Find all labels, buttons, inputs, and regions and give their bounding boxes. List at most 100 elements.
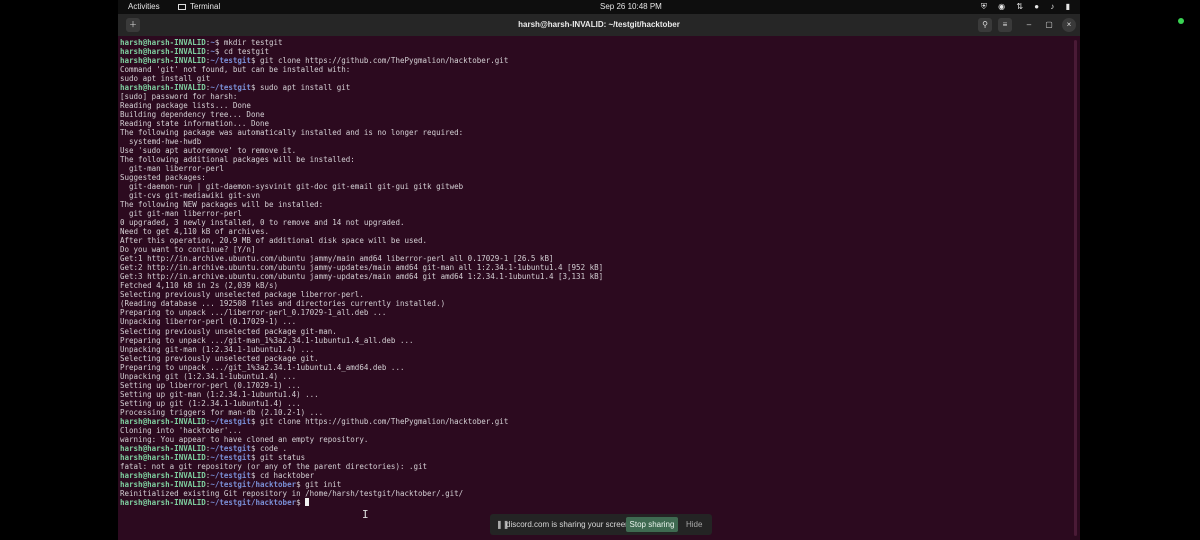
menu-icon[interactable]: ≡ — [998, 18, 1012, 32]
prompt-user: harsh@harsh-INVALID — [120, 452, 206, 462]
prompt-path: ~/testgit — [210, 56, 251, 66]
output-line: Get:2 http://in.archive.ubuntu.com/ubunt… — [120, 263, 604, 273]
volume-icon[interactable]: ♪ — [1050, 2, 1054, 12]
minimize-icon[interactable]: – — [1022, 18, 1036, 32]
shield-icon[interactable]: ⛨ — [981, 2, 987, 12]
output-line: warning: You appear to have cloned an em… — [120, 434, 369, 444]
prompt-user: harsh@harsh-INVALID — [120, 38, 206, 47]
prompt-path: ~/testgit/hacktober — [210, 479, 297, 489]
output-line: systemd-hwe-hwdb — [120, 137, 202, 147]
terminal-icon — [178, 4, 186, 10]
prompt-user: harsh@harsh-INVALID — [120, 497, 206, 507]
prompt-user: harsh@harsh-INVALID — [120, 83, 206, 93]
output-line: sudo apt install git — [120, 74, 211, 84]
command-text: git init — [305, 479, 342, 489]
output-line: Preparing to unpack .../git_1%3a2.34.1-1… — [120, 362, 405, 372]
prompt-user: harsh@harsh-INVALID — [120, 56, 206, 66]
output-line: git git-man liberror-perl — [120, 209, 242, 219]
output-line: Setting up git (1:2.34.1-1ubuntu1.4) ... — [120, 398, 301, 408]
prompt-line: harsh@harsh-INVALID:~/testgit$ git clone… — [120, 56, 1070, 65]
output-line: Building dependency tree... Done — [120, 110, 265, 120]
output-line: Cloning into 'hacktober'... — [120, 425, 242, 435]
prompt-line: harsh@harsh-INVALID:~$ cd testgit — [120, 47, 1070, 56]
prompt-line: harsh@harsh-INVALID:~/testgit/hacktober$ — [120, 497, 1070, 507]
activities-button[interactable]: Activities — [128, 2, 160, 12]
prompt-path: ~/testgit/hacktober — [210, 497, 297, 507]
command-text: git status — [259, 452, 306, 462]
output-line: Unpacking liberror-perl (0.17029-1) ... — [120, 317, 297, 327]
output-line: Selecting previously unselected package … — [120, 353, 319, 363]
output-line: [sudo] password for harsh: — [120, 92, 238, 102]
output-line: Reading package lists... Done — [120, 101, 251, 111]
output-line: After this operation, 20.9 MB of additio… — [120, 236, 428, 246]
output-line: Processing triggers for man-db (2.10.2-1… — [120, 407, 324, 417]
output-line: Do you want to continue? [Y/n] — [120, 245, 256, 255]
share-message: discord.com is sharing your screen. — [506, 520, 632, 529]
output-line: Preparing to unpack .../git-man_1%3a2.34… — [120, 335, 414, 345]
stop-sharing-button[interactable]: Stop sharing — [626, 517, 678, 532]
output-line: Reinitialized existing Git repository in… — [120, 488, 464, 498]
output-line: Suggested packages: — [120, 173, 206, 183]
command-text: code . — [259, 443, 288, 453]
prompt-dollar: $ — [250, 470, 260, 480]
prompt-user: harsh@harsh-INVALID — [120, 479, 206, 489]
app-menu[interactable]: Terminal — [178, 2, 220, 12]
desktop-screen: Activities Terminal Sep 26 10:48 PM ⛨ ◉ … — [118, 0, 1080, 540]
prompt-user: harsh@harsh-INVALID — [120, 416, 206, 426]
scrollbar[interactable] — [1074, 40, 1077, 536]
prompt-line: harsh@harsh-INVALID:~/testgit$ code . — [120, 444, 1070, 453]
output-line: Use 'sudo apt autoremove' to remove it. — [120, 146, 297, 156]
prompt-user: harsh@harsh-INVALID — [120, 470, 206, 480]
microphone-icon[interactable]: ● — [1034, 2, 1039, 12]
clock[interactable]: Sep 26 10:48 PM — [600, 2, 662, 12]
close-icon[interactable]: × — [1062, 18, 1076, 32]
system-tray[interactable]: ⛨ ◉ ⇅ ● ♪ ▮ — [972, 2, 1070, 12]
prompt-dollar: $ — [250, 56, 260, 66]
output-line: Unpacking git-man (1:2.34.1-1ubuntu1.4) … — [120, 344, 315, 354]
window-title: harsh@harsh-INVALID: ~/testgit/hacktober — [518, 20, 680, 29]
prompt-dollar: $ — [296, 479, 306, 489]
search-icon[interactable]: ⚲ — [978, 18, 992, 32]
output-line: Setting up git-man (1:2.34.1-1ubuntu1.4)… — [120, 389, 319, 399]
terminal-output[interactable]: harsh@harsh-INVALID:~$ mkdir testgit hars… — [120, 38, 1070, 508]
battery-icon[interactable]: ▮ — [1066, 2, 1070, 12]
output-line: Get:3 http://in.archive.ubuntu.com/ubunt… — [120, 272, 604, 282]
network-icon[interactable]: ⇅ — [1016, 2, 1023, 12]
prompt-line: harsh@harsh-INVALID:~/testgit$ sudo apt … — [120, 83, 1070, 92]
output-line: Reading state information... Done — [120, 119, 270, 129]
text-cursor-icon: I — [362, 508, 369, 521]
output-line: Selecting previously unselected package … — [120, 326, 337, 336]
prompt-line: harsh@harsh-INVALID:~/testgit$ cd hackto… — [120, 471, 1070, 480]
output-line: Get:1 http://in.archive.ubuntu.com/ubunt… — [120, 254, 554, 264]
output-line: git-daemon-run | git-daemon-sysvinit git… — [120, 182, 464, 192]
prompt-line: harsh@harsh-INVALID:~/testgit/hacktober$… — [120, 480, 1070, 489]
terminal-titlebar[interactable]: ＋ harsh@harsh-INVALID: ~/testgit/hacktob… — [118, 14, 1080, 36]
prompt-dollar: $ — [250, 452, 260, 462]
output-line: fatal: not a git repository (or any of t… — [120, 461, 428, 471]
prompt-dollar: $ — [250, 83, 260, 93]
hide-button[interactable]: Hide — [686, 520, 702, 529]
prompt-user: harsh@harsh-INVALID — [120, 47, 206, 57]
output-line: (Reading database ... 192508 files and d… — [120, 299, 446, 309]
output-line: git-man liberror-perl — [120, 164, 224, 174]
prompt-dollar: $ — [296, 497, 306, 507]
prompt-path: ~/testgit — [210, 443, 251, 453]
command-text: cd testgit — [223, 47, 270, 57]
screen-share-bar: ❚❚ discord.com is sharing your screen. S… — [490, 514, 712, 535]
prompt-user: harsh@harsh-INVALID — [120, 443, 206, 453]
prompt-path: ~/testgit — [210, 416, 251, 426]
prompt-dollar: $ — [250, 443, 260, 453]
prompt-path: ~/testgit — [210, 470, 251, 480]
output-line: Setting up liberror-perl (0.17029-1) ... — [120, 380, 301, 390]
command-text: git clone https://github.com/ThePygmalio… — [259, 56, 509, 66]
prompt-dollar: $ — [214, 38, 224, 47]
prompt-dollar: $ — [250, 416, 260, 426]
command-text: sudo apt install git — [259, 83, 351, 93]
maximize-icon[interactable]: ▢ — [1042, 18, 1056, 32]
command-text: cd hacktober — [259, 470, 315, 480]
output-line: git-cvs git-mediawiki git-svn — [120, 191, 260, 201]
prompt-path: ~/testgit — [210, 83, 251, 93]
wifi-icon[interactable]: ◉ — [998, 2, 1005, 12]
recording-indicator — [1178, 18, 1184, 24]
output-line: Need to get 4,110 kB of archives. — [120, 227, 270, 237]
